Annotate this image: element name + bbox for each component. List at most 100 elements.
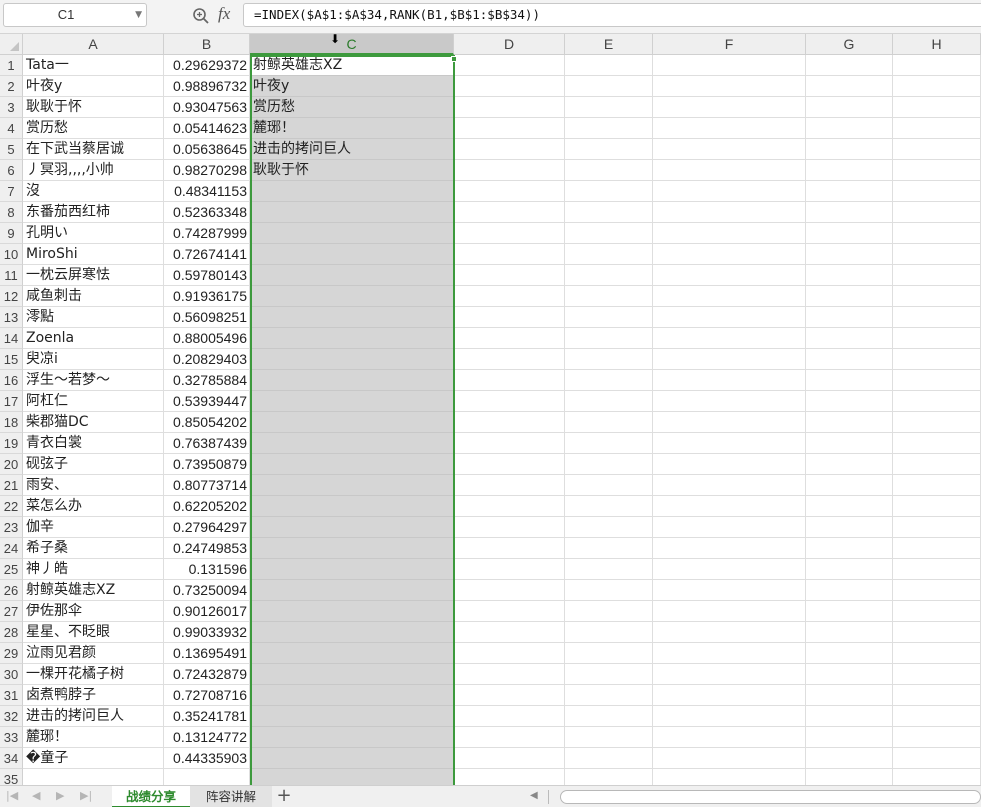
cell-h-8[interactable] [893, 202, 981, 223]
add-sheet-button[interactable]: + [276, 786, 292, 806]
row-header[interactable]: 22 [0, 496, 23, 517]
column-header-e[interactable]: E [565, 34, 653, 55]
cell-g-5[interactable] [806, 139, 893, 160]
row-header[interactable]: 32 [0, 706, 23, 727]
cell-c-9[interactable] [250, 223, 454, 244]
cell-d-4[interactable] [454, 118, 565, 139]
cell-d-1[interactable] [454, 55, 565, 76]
row-header[interactable]: 13 [0, 307, 23, 328]
cell-d-11[interactable] [454, 265, 565, 286]
cell-g-24[interactable] [806, 538, 893, 559]
cell-e-14[interactable] [565, 328, 653, 349]
cell-a-2[interactable]: 叶夜y [23, 76, 164, 97]
cell-d-10[interactable] [454, 244, 565, 265]
row-header[interactable]: 27 [0, 601, 23, 622]
cell-e-24[interactable] [565, 538, 653, 559]
cell-d-27[interactable] [454, 601, 565, 622]
cell-a-10[interactable]: MiroShi [23, 244, 164, 265]
cell-f-31[interactable] [653, 685, 806, 706]
cell-h-21[interactable] [893, 475, 981, 496]
cell-c-15[interactable] [250, 349, 454, 370]
cell-f-16[interactable] [653, 370, 806, 391]
cell-h-23[interactable] [893, 517, 981, 538]
cell-b-14[interactable]: 0.88005496 [164, 328, 250, 349]
cell-b-25[interactable]: 0.131596 [164, 559, 250, 580]
cell-g-31[interactable] [806, 685, 893, 706]
row-header[interactable]: 4 [0, 118, 23, 139]
cell-d-19[interactable] [454, 433, 565, 454]
row-header[interactable]: 21 [0, 475, 23, 496]
cell-g-7[interactable] [806, 181, 893, 202]
cell-b-7[interactable]: 0.48341153 [164, 181, 250, 202]
cell-a-15[interactable]: 臾凉i [23, 349, 164, 370]
cell-e-19[interactable] [565, 433, 653, 454]
cell-f-7[interactable] [653, 181, 806, 202]
cell-c-33[interactable] [250, 727, 454, 748]
cell-e-2[interactable] [565, 76, 653, 97]
cell-h-11[interactable] [893, 265, 981, 286]
cell-h-32[interactable] [893, 706, 981, 727]
cell-e-4[interactable] [565, 118, 653, 139]
cell-f-14[interactable] [653, 328, 806, 349]
cell-d-26[interactable] [454, 580, 565, 601]
cell-a-25[interactable]: 神丿皓 [23, 559, 164, 580]
row-header[interactable]: 30 [0, 664, 23, 685]
cell-a-27[interactable]: 伊佐那伞 [23, 601, 164, 622]
column-header-b[interactable]: B [164, 34, 250, 55]
row-header[interactable]: 26 [0, 580, 23, 601]
column-header-f[interactable]: F [653, 34, 806, 55]
sheet-tab-1[interactable]: 战绩分享 [112, 786, 190, 807]
cell-g-34[interactable] [806, 748, 893, 769]
cell-f-23[interactable] [653, 517, 806, 538]
cell-e-20[interactable] [565, 454, 653, 475]
cell-g-2[interactable] [806, 76, 893, 97]
cell-d-30[interactable] [454, 664, 565, 685]
cell-b-23[interactable]: 0.27964297 [164, 517, 250, 538]
column-header-d[interactable]: D [454, 34, 565, 55]
row-header[interactable]: 15 [0, 349, 23, 370]
cell-b-32[interactable]: 0.35241781 [164, 706, 250, 727]
cell-h-35[interactable] [893, 769, 981, 785]
cell-g-10[interactable] [806, 244, 893, 265]
cell-g-27[interactable] [806, 601, 893, 622]
cell-e-26[interactable] [565, 580, 653, 601]
row-header[interactable]: 25 [0, 559, 23, 580]
cell-f-20[interactable] [653, 454, 806, 475]
column-header-c[interactable]: C [250, 34, 454, 55]
cell-c-2[interactable]: 叶夜y [250, 76, 454, 97]
row-header[interactable]: 3 [0, 97, 23, 118]
cell-c-17[interactable] [250, 391, 454, 412]
cell-h-4[interactable] [893, 118, 981, 139]
cell-h-29[interactable] [893, 643, 981, 664]
cell-f-12[interactable] [653, 286, 806, 307]
row-header[interactable]: 33 [0, 727, 23, 748]
row-header[interactable]: 14 [0, 328, 23, 349]
cell-h-24[interactable] [893, 538, 981, 559]
cell-f-15[interactable] [653, 349, 806, 370]
cell-a-13[interactable]: 澪點 [23, 307, 164, 328]
chevron-down-icon[interactable]: ▼ [135, 4, 142, 26]
cell-a-9[interactable]: 孔明い [23, 223, 164, 244]
cell-g-30[interactable] [806, 664, 893, 685]
cell-a-12[interactable]: 咸鱼刺击 [23, 286, 164, 307]
cell-e-18[interactable] [565, 412, 653, 433]
cell-d-3[interactable] [454, 97, 565, 118]
row-header[interactable]: 28 [0, 622, 23, 643]
cell-e-34[interactable] [565, 748, 653, 769]
cell-a-26[interactable]: 射鲸英雄志XZ [23, 580, 164, 601]
cell-b-12[interactable]: 0.91936175 [164, 286, 250, 307]
row-header[interactable]: 6 [0, 160, 23, 181]
row-header[interactable]: 8 [0, 202, 23, 223]
cell-a-4[interactable]: 赏历愁 [23, 118, 164, 139]
cell-b-13[interactable]: 0.56098251 [164, 307, 250, 328]
cell-g-16[interactable] [806, 370, 893, 391]
cell-g-28[interactable] [806, 622, 893, 643]
cell-e-22[interactable] [565, 496, 653, 517]
cell-f-30[interactable] [653, 664, 806, 685]
scroll-divider[interactable] [548, 790, 549, 804]
name-box[interactable]: C1 ▼ [3, 3, 147, 27]
cell-e-5[interactable] [565, 139, 653, 160]
cell-c-13[interactable] [250, 307, 454, 328]
cell-f-6[interactable] [653, 160, 806, 181]
cell-a-11[interactable]: 一枕云屏寒怯 [23, 265, 164, 286]
